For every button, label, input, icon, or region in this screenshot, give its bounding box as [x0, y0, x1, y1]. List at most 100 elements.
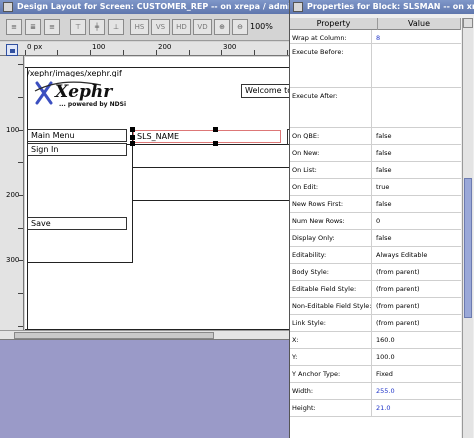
layout-line	[25, 67, 292, 68]
layout-line	[27, 67, 28, 329]
design-window-titlebar[interactable]: Design Layout for Screen: CUSTOMER_REP -…	[0, 0, 292, 14]
property-label: Num New Rows:	[292, 213, 372, 229]
property-row[interactable]: Execute After:	[290, 88, 461, 128]
property-value[interactable]: false	[376, 196, 391, 208]
save-field[interactable]: Save	[27, 217, 127, 230]
lock-icon[interactable]	[6, 44, 18, 56]
property-row[interactable]: Editable Field Style: (from parent)	[290, 281, 461, 298]
property-value[interactable]: Fixed	[376, 366, 393, 378]
hruler-label-200: 200	[158, 43, 172, 51]
value-column-header[interactable]: Value	[378, 18, 461, 30]
vertical-ruler: 100 200 300	[0, 56, 24, 339]
sls-name-field[interactable]: SLS_NAME	[133, 130, 281, 143]
scroll-thumb[interactable]	[14, 332, 214, 339]
property-value[interactable]: (from parent)	[376, 315, 420, 327]
property-label: Non-Editable Field Style:	[292, 298, 372, 314]
property-value[interactable]: (from parent)	[376, 281, 420, 293]
property-value[interactable]: 255.0	[376, 383, 395, 395]
align-left-icon[interactable]: ≡	[6, 19, 22, 35]
property-label: On QBE:	[292, 128, 372, 144]
property-row[interactable]: Y Anchor Type: Fixed	[290, 366, 461, 383]
property-value[interactable]: 100.0	[376, 349, 395, 361]
property-value[interactable]: 160.0	[376, 332, 395, 344]
layout-line	[133, 200, 292, 201]
property-label: Y:	[292, 349, 372, 365]
design-toolbar: ≡ ≣ ≡ ⊤ ╪ ⊥ HS VS HD VD ⊕ ⊖ 100%	[0, 15, 292, 41]
property-row[interactable]: Y: 100.0	[290, 349, 461, 366]
properties-window-titlebar[interactable]: Properties for Block: SLSMAN -- on xrepa	[290, 0, 474, 14]
property-value[interactable]: false	[376, 128, 391, 140]
design-horizontal-scrollbar[interactable]	[0, 330, 292, 339]
zoom-level[interactable]: 100%	[250, 22, 273, 31]
property-label: New Rows First:	[292, 196, 372, 212]
property-value[interactable]: (from parent)	[376, 298, 420, 310]
align-top-icon[interactable]: ⊤	[70, 19, 86, 35]
resize-handle[interactable]	[130, 127, 135, 132]
design-canvas[interactable]: /xephr/images/xephr.gif Xephr ... powere…	[25, 57, 292, 339]
property-row[interactable]: On QBE: false	[290, 128, 461, 145]
align-bottom-icon[interactable]: ⊥	[108, 19, 124, 35]
vs-button[interactable]: VS	[151, 19, 170, 35]
resize-handle[interactable]	[130, 141, 135, 146]
property-row[interactable]: On Edit: true	[290, 179, 461, 196]
property-label: Height:	[292, 400, 372, 416]
property-value[interactable]: 21.0	[376, 400, 390, 412]
property-row[interactable]: Wrap at Column: 8	[290, 30, 461, 44]
property-value[interactable]: Always Editable	[376, 247, 427, 259]
property-row[interactable]: Non-Editable Field Style: (from parent)	[290, 298, 461, 315]
window-menu-icon[interactable]	[293, 2, 303, 12]
hd-button[interactable]: HD	[172, 19, 191, 35]
properties-vertical-scrollbar[interactable]	[462, 18, 473, 438]
property-row[interactable]: Execute Before:	[290, 44, 461, 88]
property-row[interactable]: Editability: Always Editable	[290, 247, 461, 264]
property-label: Display Only:	[292, 230, 372, 246]
scroll-up-icon[interactable]	[463, 18, 473, 28]
property-value[interactable]: true	[376, 179, 389, 191]
property-label: X:	[292, 332, 372, 348]
hruler-label-100: 100	[92, 43, 106, 51]
property-row[interactable]: New Rows First: false	[290, 196, 461, 213]
hruler-label-300: 300	[223, 43, 237, 51]
property-value[interactable]: 8	[376, 30, 380, 42]
property-value[interactable]: false	[376, 162, 391, 174]
property-label: On New:	[292, 145, 372, 161]
property-row[interactable]: Link Style: (from parent)	[290, 315, 461, 332]
vd-button[interactable]: VD	[193, 19, 212, 35]
property-row[interactable]: X: 160.0	[290, 332, 461, 349]
property-row[interactable]: Height: 21.0	[290, 400, 461, 417]
property-column-header[interactable]: Property	[290, 18, 378, 30]
window-menu-icon[interactable]	[3, 2, 13, 12]
zoom-out-icon[interactable]: ⊖	[232, 19, 248, 35]
property-row[interactable]: Display Only: false	[290, 230, 461, 247]
layout-line	[27, 262, 132, 263]
horizontal-ruler: 0 px 100 200 300	[0, 42, 292, 56]
property-value[interactable]: false	[376, 145, 391, 157]
property-value[interactable]: 0	[376, 213, 380, 225]
align-right-icon[interactable]: ≡	[44, 19, 60, 35]
scroll-thumb[interactable]	[464, 178, 472, 318]
property-value[interactable]: (from parent)	[376, 264, 420, 276]
property-row[interactable]: On List: false	[290, 162, 461, 179]
property-value[interactable]: false	[376, 230, 391, 242]
main-menu-field[interactable]: Main Menu	[27, 129, 127, 142]
xephr-logo[interactable]: Xephr ... powered by NDSi	[31, 77, 153, 109]
zoom-in-icon[interactable]: ⊕	[214, 19, 230, 35]
properties-table-header: Property Value	[290, 18, 461, 30]
property-row[interactable]: Body Style: (from parent)	[290, 264, 461, 281]
welcome-text-field[interactable]: Welcome to	[241, 84, 292, 98]
sign-in-field[interactable]: Sign In	[27, 143, 127, 156]
resize-handle[interactable]	[213, 141, 218, 146]
property-row[interactable]: Width: 255.0	[290, 383, 461, 400]
property-row[interactable]: Num New Rows: 0	[290, 213, 461, 230]
property-label: Editable Field Style:	[292, 281, 372, 297]
resize-handle[interactable]	[130, 135, 135, 140]
property-label: Wrap at Column:	[292, 30, 372, 43]
layout-line	[132, 129, 133, 263]
property-row[interactable]: On New: false	[290, 145, 461, 162]
hs-button[interactable]: HS	[130, 19, 149, 35]
resize-handle[interactable]	[213, 127, 218, 132]
align-middle-icon[interactable]: ╪	[89, 19, 105, 35]
hruler-label-0: 0 px	[27, 43, 43, 51]
align-center-icon[interactable]: ≣	[25, 19, 41, 35]
properties-window-title: Properties for Block: SLSMAN -- on xrepa	[307, 2, 474, 11]
